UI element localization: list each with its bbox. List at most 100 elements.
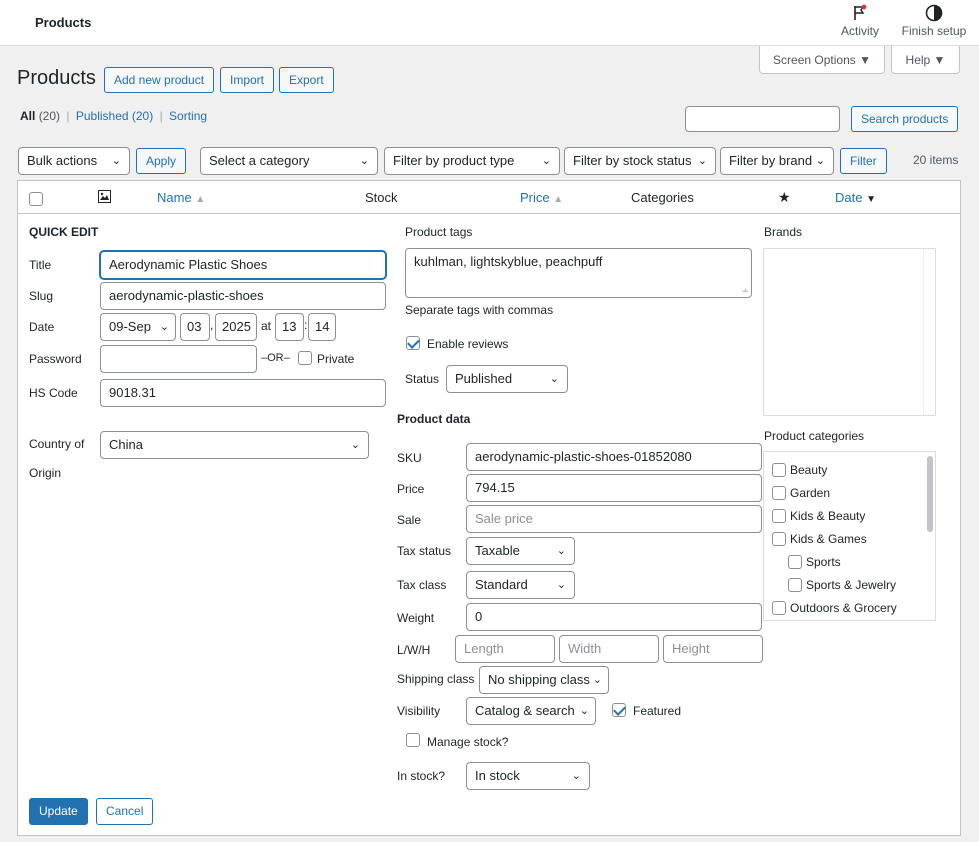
table-header: Name ▲︎ Stock Price ▲︎ Categories ★ Date… — [17, 180, 961, 214]
resize-handle-icon[interactable]: ∸ — [741, 286, 749, 297]
hs-code-input[interactable]: 9018.31 — [100, 379, 386, 407]
sort-icon: ▲︎ — [553, 194, 564, 205]
product-type-filter-select[interactable]: Filter by product type ⌄ — [384, 147, 560, 175]
category-item[interactable]: Garden — [772, 484, 830, 500]
visibility-select[interactable]: Catalog & search ⌄ — [466, 697, 596, 725]
status-select[interactable]: Published ⌄ — [446, 365, 568, 393]
screen-options-button[interactable]: Screen Options ▼ — [759, 46, 885, 74]
name-column-label: Name — [157, 190, 192, 205]
chevron-down-icon: ⌄ — [549, 373, 559, 385]
search-input[interactable] — [685, 106, 840, 132]
name-column-header[interactable]: Name ▲︎ — [157, 190, 205, 205]
date-comma: , — [210, 318, 214, 332]
category-item[interactable]: Beauty — [772, 461, 827, 477]
length-input[interactable]: Length — [455, 635, 555, 663]
weight-label: Weight — [397, 611, 435, 625]
day-input[interactable]: 03 — [180, 313, 210, 341]
flag-icon — [837, 4, 883, 24]
category-item[interactable]: Outdoors & Grocery — [772, 599, 897, 615]
chevron-down-icon: ⌄ — [111, 155, 121, 167]
shipping-class-select[interactable]: No shipping class ⌄ — [479, 666, 609, 694]
category-checkbox[interactable] — [788, 554, 802, 569]
minute-input[interactable]: 14 — [308, 313, 336, 341]
slug-input[interactable]: aerodynamic-plastic-shoes — [100, 282, 386, 310]
title-label: Title — [29, 258, 52, 272]
categories-scrollbar[interactable] — [927, 456, 933, 532]
tax-class-value: Standard — [475, 577, 528, 592]
height-input[interactable]: Height — [663, 635, 763, 663]
in-stock-select[interactable]: In stock ⌄ — [466, 762, 590, 790]
visibility-value: Catalog & search — [475, 703, 575, 718]
views-separator: | — [159, 109, 163, 123]
category-filter-select[interactable]: Select a category ⌄ — [200, 147, 378, 175]
category-item[interactable]: Sports & Jewelry — [788, 576, 896, 592]
brand-filter-select[interactable]: Filter by brand ⌄ — [720, 147, 834, 175]
select-all-checkbox[interactable] — [29, 192, 43, 206]
or-label: –OR– — [261, 352, 290, 364]
product-tags-textarea[interactable]: kuhlman, lightskyblue, peachpuff ∸ — [405, 248, 752, 298]
view-published[interactable]: Published (20) — [76, 109, 153, 123]
category-checkbox[interactable] — [772, 462, 786, 477]
tax-class-label: Tax class — [397, 578, 447, 592]
tax-status-select[interactable]: Taxable ⌄ — [466, 537, 575, 565]
filter-button[interactable]: Filter — [840, 148, 887, 174]
page-title: Products — [17, 67, 96, 89]
category-item[interactable]: Kids & Games — [772, 530, 867, 546]
shipping-class-label: Shipping class — [397, 672, 475, 686]
date-column-label: Date — [835, 190, 863, 205]
chevron-down-icon: ⌄ — [815, 155, 825, 167]
stock-status-filter-select[interactable]: Filter by stock status ⌄ — [564, 147, 716, 175]
category-item[interactable]: Sports — [788, 553, 841, 569]
brands-scrollbar[interactable] — [923, 249, 935, 415]
help-button[interactable]: Help ▼ — [891, 46, 960, 74]
product-categories-label: Product categories — [764, 429, 865, 443]
weight-input[interactable]: 0 — [466, 603, 762, 631]
star-icon[interactable]: ★ — [778, 189, 791, 206]
password-input[interactable] — [100, 345, 257, 373]
manage-stock-checkbox[interactable] — [406, 733, 420, 747]
export-button[interactable]: Export — [279, 67, 334, 93]
cancel-button[interactable]: Cancel — [96, 798, 154, 825]
bulk-actions-select[interactable]: Bulk actions ⌄ — [18, 147, 130, 175]
activity-label: Activity — [840, 24, 879, 38]
title-input[interactable]: Aerodynamic Plastic Shoes — [100, 251, 386, 279]
category-checkbox[interactable] — [772, 600, 786, 615]
category-item[interactable]: Kids & Beauty — [772, 507, 865, 523]
enable-reviews-checkbox[interactable] — [406, 336, 420, 350]
width-input[interactable]: Width — [559, 635, 659, 663]
sku-input[interactable]: aerodynamic-plastic-shoes-01852080 — [466, 443, 762, 471]
private-label: Private — [317, 352, 355, 366]
private-checkbox[interactable] — [298, 351, 312, 365]
add-new-product-button[interactable]: Add new product — [104, 67, 215, 93]
view-all[interactable]: All — [20, 109, 35, 123]
update-button[interactable]: Update — [29, 798, 88, 825]
tax-class-select[interactable]: Standard ⌄ — [466, 571, 575, 599]
apply-button[interactable]: Apply — [136, 148, 187, 174]
category-checkbox[interactable] — [772, 531, 786, 546]
finish-setup-button[interactable]: Finish setup — [898, 4, 970, 38]
featured-checkbox[interactable] — [612, 703, 626, 717]
at-label: at — [261, 319, 272, 333]
country-select[interactable]: China ⌄ — [100, 431, 369, 459]
date-column-header[interactable]: Date ▼︎ — [835, 190, 876, 205]
product-categories-list[interactable]: Beauty Garden Kids & Beauty Kids & Games Spo… — [763, 451, 936, 621]
chevron-down-icon: ⌄ — [579, 705, 589, 717]
year-input[interactable]: 2025 — [215, 313, 257, 341]
price-column-label: Price — [520, 190, 550, 205]
price-input[interactable]: 794.15 — [466, 474, 762, 502]
search-products-button[interactable]: Search products — [851, 106, 959, 132]
price-column-header[interactable]: Price ▲︎ — [520, 190, 563, 205]
sale-price-input[interactable]: Sale price — [466, 505, 762, 533]
category-checkbox[interactable] — [772, 508, 786, 523]
category-checkbox[interactable] — [788, 577, 802, 592]
hour-input[interactable]: 13 — [275, 313, 304, 341]
month-select[interactable]: 09-Sep ⌄ — [100, 313, 176, 341]
import-button[interactable]: Import — [220, 67, 275, 93]
activity-button[interactable]: Activity — [837, 4, 883, 38]
brands-list[interactable] — [763, 248, 936, 416]
finish-setup-label: Finish setup — [901, 24, 967, 38]
view-sorting[interactable]: Sorting — [169, 109, 207, 123]
category-checkbox[interactable] — [772, 485, 786, 500]
category-label: Sports & Jewelry — [806, 577, 897, 592]
stock-column-header: Stock — [365, 190, 398, 205]
